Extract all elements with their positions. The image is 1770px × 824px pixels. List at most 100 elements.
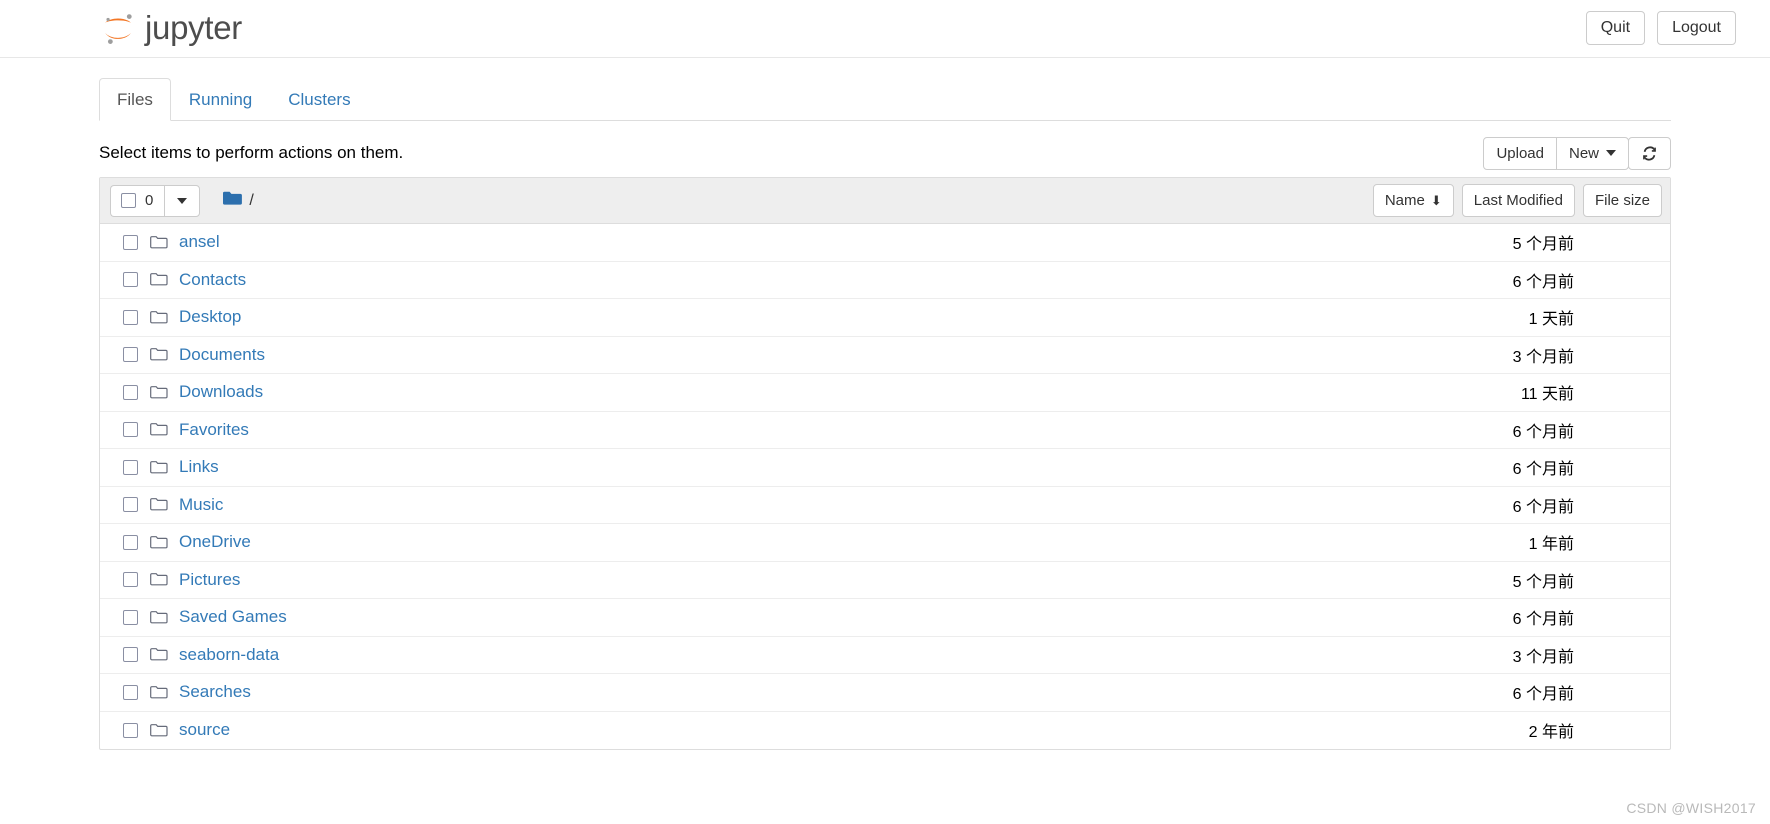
last-modified-cell: 6 个月前 — [1512, 611, 1574, 629]
folder-icon — [150, 235, 168, 250]
tab-running[interactable]: Running — [171, 78, 270, 121]
upload-button[interactable]: Upload — [1483, 136, 1557, 170]
select-all-checkbox-wrapper[interactable]: 0 — [110, 184, 165, 217]
folder-icon — [150, 685, 168, 700]
folder-icon — [150, 385, 168, 400]
folder-filled-icon — [222, 190, 243, 212]
row-checkbox-wrapper[interactable] — [110, 234, 150, 250]
row-checkbox[interactable] — [122, 722, 138, 738]
row-checkbox[interactable] — [122, 684, 138, 700]
row-left: OneDrive — [110, 532, 1529, 552]
folder-icon — [150, 272, 168, 287]
tab-bar: Files Running Clusters — [99, 77, 1671, 121]
selected-count: 0 — [145, 192, 154, 209]
jupyter-logo-icon — [97, 8, 139, 50]
main-content: Files Running Clusters Select items to p… — [99, 77, 1671, 750]
row-checkbox-wrapper[interactable] — [110, 647, 150, 663]
folder-icon — [150, 460, 168, 475]
row-checkbox[interactable] — [122, 272, 138, 288]
sort-by-last-modified-button[interactable]: Last Modified — [1461, 184, 1575, 217]
jupyter-brand-link[interactable]: jupyter — [97, 4, 242, 54]
table-row[interactable]: Links 6 个月前 — [100, 449, 1670, 487]
table-row[interactable]: Favorites 6 个月前 — [100, 412, 1670, 449]
row-checkbox[interactable] — [122, 309, 138, 325]
breadcrumb-root-link[interactable]: / — [249, 192, 253, 210]
file-list-header: 0 / Name ⬇ Last Modified File size — [100, 178, 1670, 224]
table-row[interactable]: Contacts 6 个月前 — [100, 262, 1670, 299]
row-checkbox-wrapper[interactable] — [110, 534, 150, 550]
row-checkbox-wrapper[interactable] — [110, 722, 150, 738]
quit-button[interactable]: Quit — [1585, 11, 1646, 45]
row-checkbox-wrapper[interactable] — [110, 384, 150, 400]
table-row[interactable]: Desktop 1 天前 — [100, 299, 1670, 337]
tab-files[interactable]: Files — [99, 77, 171, 121]
folder-icon — [150, 723, 168, 738]
file-name-link[interactable]: Contacts — [179, 270, 246, 290]
table-row[interactable]: Downloads 11 天前 — [100, 374, 1670, 412]
logout-button[interactable]: Logout — [1657, 11, 1736, 45]
table-row[interactable]: Saved Games 6 个月前 — [100, 599, 1670, 637]
file-name-link[interactable]: Pictures — [179, 570, 240, 590]
row-checkbox-wrapper[interactable] — [110, 347, 150, 363]
refresh-icon — [1643, 145, 1656, 161]
last-modified-cell: 6 个月前 — [1512, 686, 1574, 704]
row-checkbox[interactable] — [122, 384, 138, 400]
row-checkbox[interactable] — [122, 459, 138, 475]
row-left: Favorites — [110, 420, 1513, 440]
last-modified-cell: 1 天前 — [1528, 311, 1574, 329]
row-left: Desktop — [110, 307, 1529, 327]
file-name-link[interactable]: Documents — [179, 345, 265, 365]
refresh-button[interactable] — [1628, 136, 1671, 170]
row-checkbox-wrapper[interactable] — [110, 309, 150, 325]
row-checkbox-wrapper[interactable] — [110, 572, 150, 588]
table-row[interactable]: seaborn-data 3 个月前 — [100, 637, 1670, 674]
file-name-link[interactable]: Desktop — [179, 307, 241, 327]
file-name-link[interactable]: ansel — [179, 232, 220, 252]
row-checkbox[interactable] — [122, 572, 138, 588]
last-modified-cell: 11 天前 — [1520, 386, 1574, 404]
select-all-dropdown-button[interactable] — [164, 184, 201, 217]
chevron-down-icon — [1606, 150, 1616, 156]
file-name-link[interactable]: Favorites — [179, 420, 249, 440]
last-modified-cell: 6 个月前 — [1512, 498, 1574, 516]
row-left: Contacts — [110, 270, 1513, 290]
row-checkbox-wrapper[interactable] — [110, 422, 150, 438]
row-checkbox-wrapper[interactable] — [110, 272, 150, 288]
tab-clusters[interactable]: Clusters — [270, 78, 368, 121]
table-row[interactable]: Documents 3 个月前 — [100, 337, 1670, 374]
table-row[interactable]: ansel 5 个月前 — [100, 224, 1670, 262]
row-left: Documents — [110, 345, 1513, 365]
row-checkbox[interactable] — [122, 647, 138, 663]
row-checkbox[interactable] — [122, 422, 138, 438]
row-checkbox-wrapper[interactable] — [110, 459, 150, 475]
file-name-link[interactable]: seaborn-data — [179, 645, 279, 665]
table-row[interactable]: OneDrive 1 年前 — [100, 524, 1670, 562]
file-name-link[interactable]: OneDrive — [179, 532, 251, 552]
file-name-link[interactable]: source — [179, 720, 230, 740]
file-name-link[interactable]: Searches — [179, 682, 251, 702]
folder-icon — [150, 310, 168, 325]
row-checkbox[interactable] — [122, 234, 138, 250]
row-checkbox-wrapper[interactable] — [110, 609, 150, 625]
select-all-checkbox[interactable] — [121, 193, 136, 208]
folder-icon — [150, 535, 168, 550]
watermark: CSDN @WISH2017 — [1626, 800, 1756, 816]
table-row[interactable]: Searches 6 个月前 — [100, 674, 1670, 712]
row-checkbox[interactable] — [122, 497, 138, 513]
row-checkbox[interactable] — [122, 347, 138, 363]
table-row[interactable]: Pictures 5 个月前 — [100, 562, 1670, 599]
file-name-link[interactable]: Links — [179, 457, 219, 477]
table-row[interactable]: Music 6 个月前 — [100, 487, 1670, 524]
sort-by-file-size-button[interactable]: File size — [1582, 184, 1662, 217]
file-name-link[interactable]: Downloads — [179, 382, 263, 402]
new-dropdown-button[interactable]: New — [1555, 136, 1629, 170]
row-checkbox[interactable] — [122, 534, 138, 550]
file-name-link[interactable]: Music — [179, 495, 223, 515]
row-checkbox-wrapper[interactable] — [110, 684, 150, 700]
sort-by-name-button[interactable]: Name ⬇ — [1372, 184, 1454, 217]
folder-icon — [150, 497, 168, 512]
row-checkbox[interactable] — [122, 609, 138, 625]
table-row[interactable]: source 2 年前 — [100, 712, 1670, 750]
row-checkbox-wrapper[interactable] — [110, 497, 150, 513]
file-name-link[interactable]: Saved Games — [179, 607, 287, 627]
